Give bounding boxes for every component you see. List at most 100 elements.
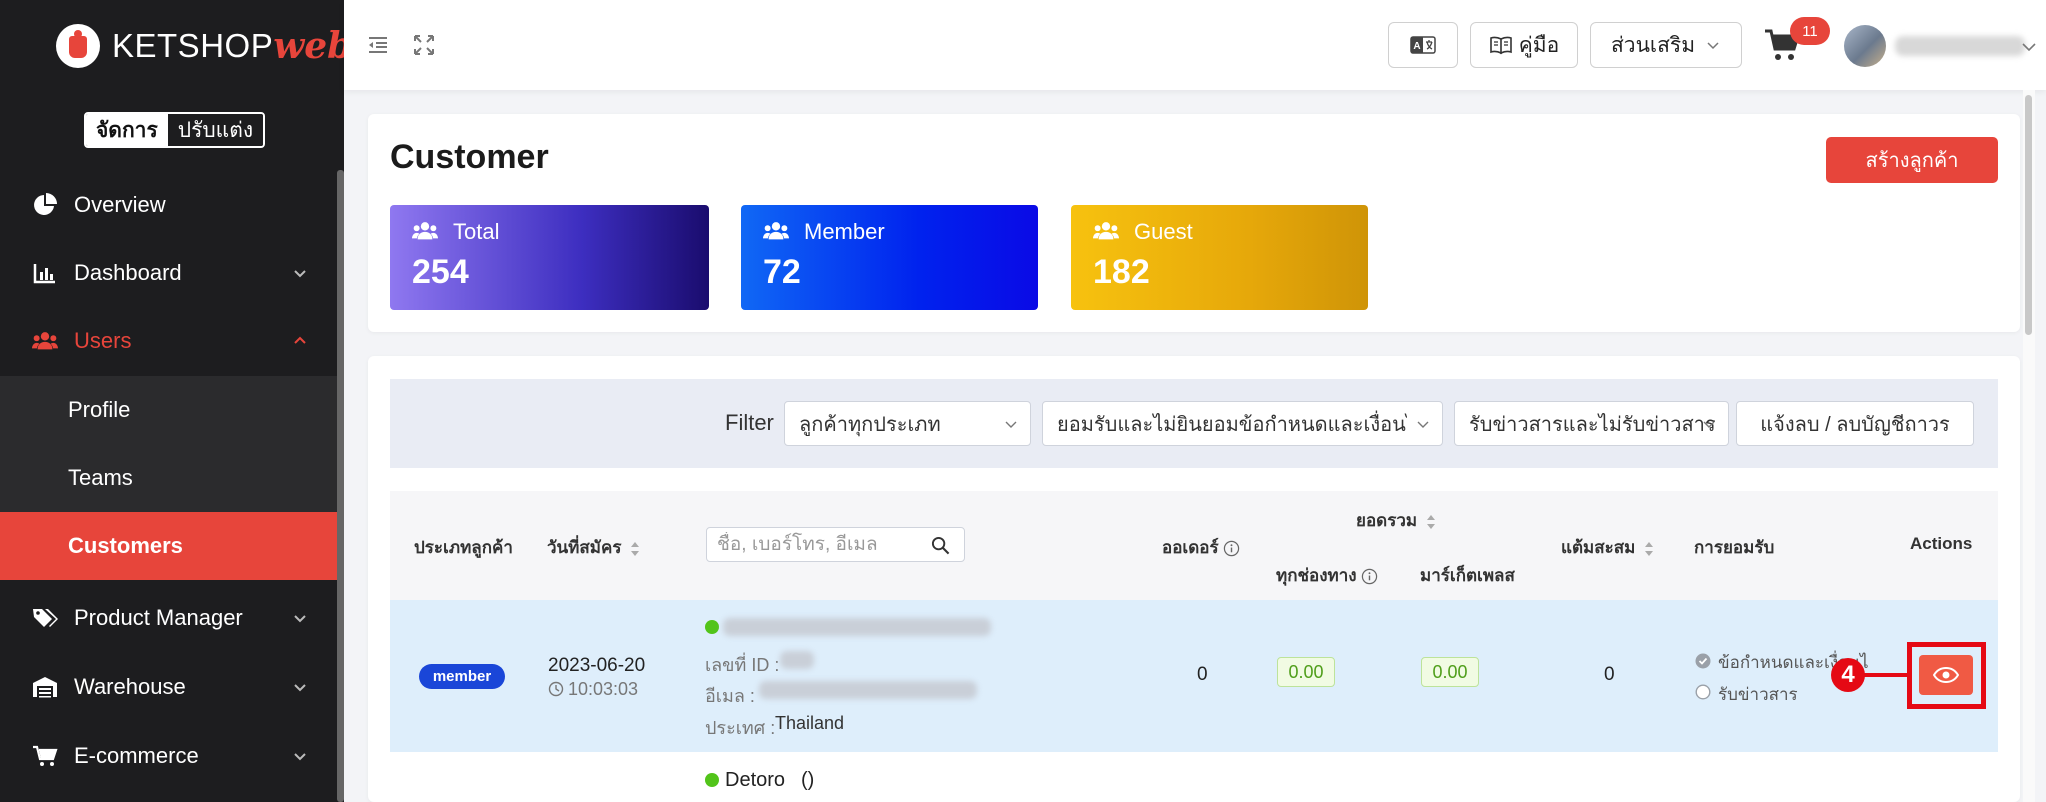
svg-text:A: A bbox=[1413, 41, 1420, 52]
mode-customize-button[interactable]: ปรับแต่ง bbox=[167, 114, 264, 146]
search-icon[interactable] bbox=[931, 536, 950, 555]
page-title: Customer bbox=[390, 138, 549, 176]
brand-name: KETSHOP bbox=[112, 27, 274, 64]
sidebar-scrollbar[interactable] bbox=[337, 170, 344, 802]
newsletter-select[interactable]: รับข่าวสารและไม่รับข่าวสาร bbox=[1454, 401, 1729, 446]
fullscreen-icon[interactable] bbox=[412, 33, 436, 57]
header-all-channels-label: ทุกช่องทาง bbox=[1276, 566, 1357, 585]
sidebar-item-users[interactable]: Users bbox=[0, 307, 337, 375]
stat-value: 254 bbox=[412, 253, 469, 291]
id-label: เลขที่ ID : bbox=[705, 655, 780, 675]
stat-value: 72 bbox=[763, 253, 801, 291]
sort-icon bbox=[1645, 541, 1654, 556]
header-points-label: แต้มสะสม bbox=[1561, 538, 1636, 557]
manual-button[interactable]: คู่มือ bbox=[1470, 22, 1578, 68]
sidebar-subitem-label: Profile bbox=[68, 397, 131, 422]
users-icon bbox=[1093, 222, 1119, 240]
customer-type-select[interactable]: ลูกค้าทุกประเภท bbox=[784, 401, 1031, 446]
user-menu-chevron-icon[interactable] bbox=[2020, 38, 2038, 56]
newsletter-consent-text: รับข่าวสาร bbox=[1718, 685, 1798, 704]
marketplace-total: 0.00 bbox=[1421, 657, 1479, 687]
avatar[interactable] bbox=[1844, 25, 1886, 67]
warehouse-icon bbox=[32, 674, 58, 700]
stat-guest: Guest 182 bbox=[1071, 205, 1368, 310]
delete-account-button[interactable]: แจ้งลบ / ลบบัญชีถาวร bbox=[1736, 401, 1974, 446]
chevron-down-icon bbox=[1703, 421, 1715, 428]
chevron-down-icon bbox=[1707, 42, 1719, 50]
sort-icon bbox=[1427, 514, 1436, 529]
cart-icon bbox=[32, 743, 58, 769]
country-label: ประเทศ : bbox=[705, 718, 776, 738]
language-button[interactable]: A bbox=[1388, 22, 1458, 68]
stat-label: Member bbox=[804, 219, 885, 244]
header-total-label: ยอดรวม bbox=[1356, 511, 1418, 530]
chevron-down-icon bbox=[294, 684, 306, 692]
mode-switch: จัดการ ปรับแต่ง bbox=[84, 112, 266, 148]
header-marketplace: มาร์เก็ตเพลส bbox=[1420, 566, 1515, 585]
page-scrollbar-thumb[interactable] bbox=[2025, 95, 2032, 335]
tutorial-step-badge: 4 bbox=[1831, 658, 1865, 692]
sidebar-item-warehouse[interactable]: Warehouse bbox=[0, 653, 337, 721]
header-orders: ออเดอร์ bbox=[1162, 534, 1240, 561]
stat-label: Guest bbox=[1134, 219, 1193, 244]
consent-select[interactable]: ยอมรับและไม่ยินยอมข้อกำหนดและเงื่อนไข bbox=[1042, 401, 1443, 446]
header-orders-label: ออเดอร์ bbox=[1162, 538, 1219, 557]
sidebar-subitem-label: Teams bbox=[68, 465, 133, 490]
chevron-down-icon bbox=[1417, 421, 1429, 428]
sidebar-item-ecommerce[interactable]: E-commerce bbox=[0, 722, 337, 790]
stat-label: Total bbox=[453, 219, 500, 244]
customer-search-input[interactable] bbox=[717, 532, 917, 558]
users-icon bbox=[763, 222, 789, 240]
users-icon bbox=[412, 222, 438, 240]
sidebar-item-label: Warehouse bbox=[74, 674, 186, 699]
customer-type-badge: member bbox=[419, 664, 505, 689]
filter-label: Filter bbox=[725, 410, 774, 435]
clock-icon bbox=[548, 681, 564, 697]
sidebar-subitem-teams[interactable]: Teams bbox=[0, 444, 337, 512]
online-status-dot bbox=[705, 773, 719, 787]
info-icon[interactable] bbox=[1361, 568, 1378, 585]
customer-name-redacted bbox=[723, 618, 991, 636]
collapse-menu-icon[interactable] bbox=[366, 33, 390, 57]
sort-icon bbox=[631, 541, 640, 556]
stat-member: Member 72 bbox=[741, 205, 1038, 310]
points-count: 0 bbox=[1604, 664, 1615, 685]
header-all-channels: ทุกช่องทาง bbox=[1276, 562, 1378, 589]
header-points[interactable]: แต้มสะสม bbox=[1561, 534, 1655, 561]
customer-name: Detoro bbox=[725, 769, 786, 791]
chevron-down-icon bbox=[294, 753, 306, 761]
table-row[interactable] bbox=[390, 752, 1998, 802]
bar-chart-icon bbox=[32, 260, 58, 286]
logo-icon bbox=[56, 24, 100, 68]
tutorial-highlight-box bbox=[1907, 642, 1986, 709]
email-label: อีเมล : bbox=[705, 686, 755, 706]
stat-total: Total 254 bbox=[390, 205, 709, 310]
mode-manage-button[interactable]: จัดการ bbox=[86, 114, 168, 146]
sidebar-subitem-customers[interactable]: Customers bbox=[0, 512, 337, 580]
addons-dropdown[interactable]: ส่วนเสริม bbox=[1590, 22, 1742, 68]
sidebar-item-dashboard[interactable]: Dashboard bbox=[0, 239, 337, 307]
header-signup-date-label: วันที่สมัคร bbox=[547, 538, 622, 557]
sidebar: KETSHOP web จัดการ ปรับแต่ง Overview Das… bbox=[0, 0, 352, 802]
sidebar-subitem-label: Customers bbox=[68, 533, 183, 558]
check-circle-icon bbox=[1695, 653, 1711, 669]
online-status-dot bbox=[705, 620, 719, 634]
header-signup-date[interactable]: วันที่สมัคร bbox=[547, 534, 641, 561]
sidebar-item-label: E-commerce bbox=[74, 743, 199, 768]
empty-circle-icon bbox=[1695, 684, 1711, 700]
create-customer-button[interactable]: สร้างลูกค้า bbox=[1826, 137, 1998, 183]
customer-search-box[interactable] bbox=[706, 527, 965, 562]
user-name-redacted[interactable] bbox=[1895, 36, 2025, 56]
country-value: Thailand bbox=[775, 713, 845, 733]
header-total[interactable]: ยอดรวม bbox=[1356, 507, 1437, 534]
sidebar-subitem-profile[interactable]: Profile bbox=[0, 376, 337, 444]
info-icon[interactable] bbox=[1223, 540, 1240, 557]
customer-type-value: ลูกค้าทุกประเภท bbox=[799, 413, 941, 436]
header-actions: Actions bbox=[1910, 534, 1973, 553]
stat-value: 182 bbox=[1093, 253, 1150, 291]
sidebar-item-product-manager[interactable]: Product Manager bbox=[0, 584, 337, 652]
sidebar-item-overview[interactable]: Overview bbox=[0, 171, 337, 239]
users-icon bbox=[32, 328, 58, 354]
customer-name-extra: () bbox=[801, 769, 815, 791]
brand-logo[interactable]: KETSHOP web bbox=[56, 20, 352, 72]
